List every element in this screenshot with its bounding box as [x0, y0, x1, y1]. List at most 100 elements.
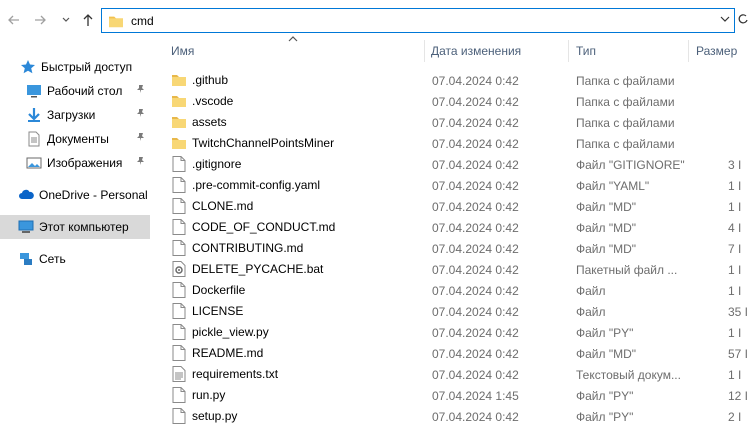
column-date[interactable]: Дата изменения [431, 44, 521, 58]
sidebar-item-downloads[interactable]: Загрузки [0, 103, 150, 127]
file-icon [172, 408, 186, 424]
file-date: 07.04.2024 0:42 [432, 95, 519, 109]
file-size: 7 I [728, 242, 742, 256]
file-row[interactable]: DELETE_PYCACHE.bat 07.04.2024 0:42 Пакетны… [158, 259, 750, 280]
sidebar-item-label: Этот компьютер [39, 220, 129, 234]
file-name: pickle_view.py [192, 325, 269, 339]
file-row[interactable]: assets 07.04.2024 0:42 Папка с файлами [158, 112, 750, 133]
file-row[interactable]: Dockerfile 07.04.2024 0:42 Файл 1 I [158, 280, 750, 301]
file-row[interactable]: TwitchChannelPointsMiner 07.04.2024 0:42 П… [158, 133, 750, 154]
file-name: CODE_OF_CONDUCT.md [192, 220, 336, 234]
sidebar-item-label: Сеть [39, 252, 66, 266]
file-icon [172, 303, 186, 319]
file-row[interactable]: README.md 07.04.2024 0:42 Файл "MD" 57 I [158, 343, 750, 364]
file-type: Файл "MD" [576, 221, 637, 235]
file-row[interactable]: .pre-commit-config.yaml 07.04.2024 0:42 Фа… [158, 175, 750, 196]
computer-icon [18, 220, 34, 233]
network-icon [20, 253, 32, 265]
download-icon [28, 108, 40, 122]
file-row[interactable]: CODE_OF_CONDUCT.md 07.04.2024 0:42 Файл "M… [158, 217, 750, 238]
folder-icon [172, 117, 186, 128]
file-row[interactable]: setup.py 07.04.2024 0:42 Файл "PY" 2 I [158, 406, 750, 427]
file-row[interactable]: CONTRIBUTING.md 07.04.2024 0:42 Файл "MD" 7… [158, 238, 750, 259]
file-icon [172, 387, 186, 403]
file-row[interactable]: .gitignore 07.04.2024 0:42 Файл "GITIGNORE… [158, 154, 750, 175]
file-row[interactable]: LICENSE 07.04.2024 0:42 Файл 35 I [158, 301, 750, 322]
file-row[interactable]: pickle_view.py 07.04.2024 0:42 Файл "PY" 1 … [158, 322, 750, 343]
file-size: 2 I [728, 410, 742, 424]
column-size[interactable]: Размер [696, 44, 737, 58]
column-divider[interactable] [568, 40, 569, 62]
arrow-up-icon[interactable] [78, 10, 98, 30]
file-name-cell: pickle_view.py [172, 324, 269, 340]
file-icon [172, 240, 186, 256]
pin-icon[interactable] [136, 108, 146, 121]
file-name-cell: TwitchChannelPointsMiner [172, 135, 334, 151]
file-type: Пакетный файл ... [576, 263, 678, 277]
file-row[interactable]: .vscode 07.04.2024 0:42 Папка с файлами [158, 91, 750, 112]
desktop-icon [27, 85, 41, 98]
column-name[interactable]: Имя [171, 44, 194, 58]
pin-icon[interactable] [136, 84, 146, 97]
file-size: 1 I [728, 179, 742, 193]
file-date: 07.04.2024 1:45 [432, 389, 519, 403]
file-name-cell: LICENSE [172, 303, 243, 319]
file-name-cell: .pre-commit-config.yaml [172, 177, 320, 193]
sidebar-item-label: OneDrive - Personal [39, 188, 148, 202]
address-bar[interactable]: cmd [101, 8, 735, 33]
column-divider[interactable] [424, 40, 425, 62]
arrow-left-icon[interactable] [4, 10, 24, 30]
address-dropdown-icon[interactable] [720, 14, 730, 27]
file-date: 07.04.2024 0:42 [432, 179, 519, 193]
file-name: setup.py [192, 409, 238, 423]
file-icon [172, 198, 186, 214]
file-name-cell: assets [172, 114, 227, 130]
file-date: 07.04.2024 0:42 [432, 410, 519, 424]
file-row[interactable]: .github 07.04.2024 0:42 Папка с файлами [158, 70, 750, 91]
file-name: CONTRIBUTING.md [192, 241, 304, 255]
file-icon [172, 219, 186, 235]
file-size: 12 I [728, 389, 749, 403]
file-type: Файл "MD" [576, 347, 637, 361]
star-icon [21, 60, 35, 74]
folder-icon [172, 96, 186, 107]
file-type: Папка с файлами [576, 74, 675, 88]
column-type[interactable]: Тип [576, 44, 596, 58]
file-type: Файл "MD" [576, 200, 637, 214]
file-row[interactable]: requirements.txt 07.04.2024 0:42 Текстовый… [158, 364, 750, 385]
sidebar-item-onedrive[interactable]: OneDrive - Personal [0, 183, 150, 207]
file-name-cell: setup.py [172, 408, 237, 424]
pin-icon[interactable] [136, 156, 146, 169]
file-name: .pre-commit-config.yaml [192, 178, 321, 192]
sidebar-item-documents[interactable]: Документы [0, 127, 150, 151]
sidebar-item-this-pc[interactable]: Этот компьютер [0, 215, 150, 239]
navigation-bar: cmd [0, 0, 750, 40]
text-file-icon [172, 366, 186, 382]
sidebar-item-network[interactable]: Сеть [0, 247, 150, 271]
file-type: Файл [576, 305, 606, 319]
pin-icon[interactable] [136, 132, 146, 145]
refresh-icon[interactable] [738, 12, 748, 29]
file-name-cell: CONTRIBUTING.md [172, 240, 303, 256]
file-name: .gitignore [192, 157, 242, 171]
column-divider[interactable] [688, 40, 689, 62]
batch-file-icon [172, 261, 186, 277]
file-type: Файл "PY" [576, 410, 634, 424]
file-name-cell: requirements.txt [172, 366, 278, 382]
file-date: 07.04.2024 0:42 [432, 305, 519, 319]
file-name: Dockerfile [192, 283, 246, 297]
file-name-cell: .github [172, 72, 228, 88]
cloud-icon [19, 189, 34, 199]
folder-icon [109, 16, 123, 27]
arrow-right-icon[interactable] [30, 10, 50, 30]
file-name: TwitchChannelPointsMiner [192, 136, 335, 150]
file-type: Файл "YAML" [576, 179, 650, 193]
file-row[interactable]: CLONE.md 07.04.2024 0:42 Файл "MD" 1 I [158, 196, 750, 217]
sidebar-item-desktop[interactable]: Рабочий стол [0, 79, 150, 103]
file-size: 1 I [728, 200, 742, 214]
sidebar-item-pictures[interactable]: Изображения [0, 151, 150, 175]
file-date: 07.04.2024 0:42 [432, 137, 519, 151]
chevron-down-icon[interactable] [56, 10, 76, 30]
sidebar-item-quick-access[interactable]: Быстрый доступ [0, 55, 150, 79]
file-row[interactable]: run.py 07.04.2024 1:45 Файл "PY" 12 I [158, 385, 750, 406]
